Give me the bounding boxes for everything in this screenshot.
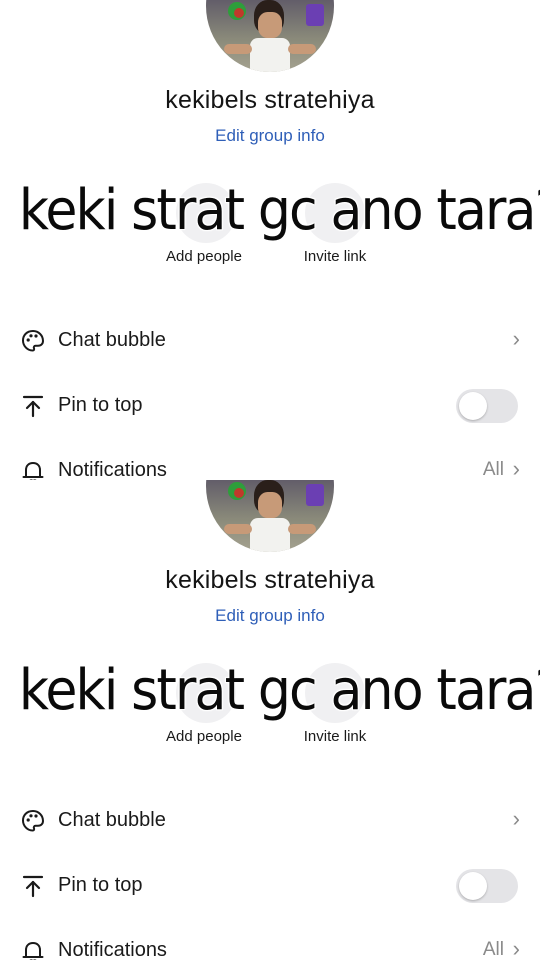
chevron-right-icon: › xyxy=(512,806,520,831)
add-people-label: Add people xyxy=(166,728,242,745)
pin-to-top-toggle[interactable] xyxy=(456,869,518,903)
pin-to-top-label: Pin to top xyxy=(58,874,143,896)
group-info-panel-top: kekibels stratehiya Edit group info Add … xyxy=(0,0,540,480)
group-name: kekibels stratehiya xyxy=(165,566,375,594)
toggle-knob xyxy=(459,872,487,900)
bell-icon xyxy=(22,462,44,480)
pin-top-icon xyxy=(22,395,44,418)
edit-group-info-link[interactable]: Edit group info xyxy=(0,606,540,626)
chevron-right-icon: › xyxy=(512,326,520,351)
pin-top-icon xyxy=(22,875,44,898)
group-name: kekibels stratehiya xyxy=(165,86,375,114)
notifications-row[interactable]: Notifications All › xyxy=(0,446,540,480)
pin-to-top-label: Pin to top xyxy=(58,394,143,416)
pin-to-top-row: Pin to top xyxy=(0,381,540,431)
edit-group-info-link[interactable]: Edit group info xyxy=(0,126,540,146)
invite-link-label: Invite link xyxy=(303,728,367,745)
pin-to-top-toggle[interactable] xyxy=(456,389,518,423)
palette-icon xyxy=(21,329,45,352)
chevron-right-icon: › xyxy=(512,456,520,480)
notifications-value: All xyxy=(482,459,504,480)
palette-icon xyxy=(21,809,45,832)
group-avatar[interactable] xyxy=(206,480,334,552)
chevron-right-icon: › xyxy=(512,936,520,960)
overlay-caption: keki strat gc ano tara? xyxy=(18,178,540,243)
chat-bubble-row[interactable]: Chat bubble › xyxy=(0,316,540,366)
notifications-row[interactable]: Notifications All › xyxy=(0,926,540,960)
notifications-label: Notifications xyxy=(58,459,167,480)
chat-bubble-label: Chat bubble xyxy=(58,329,166,351)
chat-bubble-row[interactable]: Chat bubble › xyxy=(0,796,540,846)
pin-to-top-row: Pin to top xyxy=(0,861,540,911)
group-avatar[interactable] xyxy=(206,0,334,72)
group-info-panel-bottom: kekibels stratehiya Edit group info Add … xyxy=(0,480,540,960)
invite-link-label: Invite link xyxy=(303,248,367,265)
chat-bubble-label: Chat bubble xyxy=(58,809,166,831)
notifications-label: Notifications xyxy=(58,939,167,960)
notifications-value: All xyxy=(482,939,504,960)
toggle-knob xyxy=(459,392,487,420)
overlay-caption: keki strat gc ano tara? xyxy=(18,658,540,723)
bell-icon xyxy=(22,942,44,960)
add-people-label: Add people xyxy=(166,248,242,265)
